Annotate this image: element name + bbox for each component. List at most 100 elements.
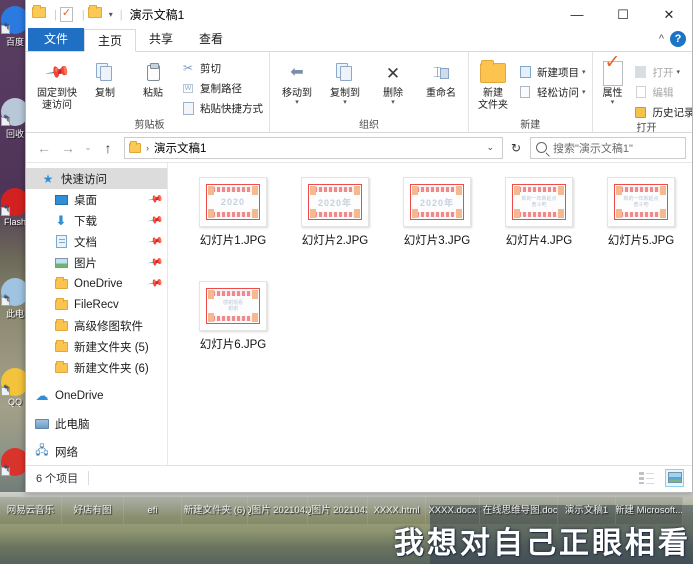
taskbar-item-8[interactable]: XXXX.docx [426, 497, 480, 524]
copy-path-button[interactable]: W 复制路径 [177, 78, 266, 98]
back-button[interactable]: ← [32, 136, 56, 160]
taskbar-item-9[interactable]: 2 在线思维导图.docx [480, 497, 558, 524]
slide-preview: 感谢观看 谢谢 [206, 288, 260, 324]
rename-button[interactable]: ⌶ 重命名 [417, 56, 465, 100]
collapse-ribbon-chevron-up-icon[interactable]: ^ [659, 33, 664, 45]
pin-icon[interactable]: 📌 [147, 233, 164, 249]
qat-customize-chevron-down-icon[interactable]: ▾ [109, 10, 113, 19]
tab-home[interactable]: 主页 [84, 29, 137, 52]
recent-locations-chevron-down-icon[interactable]: ⌄ [80, 136, 96, 160]
sidebar-item-network[interactable]: 🖧 网络 [26, 441, 167, 462]
maximize-button[interactable]: ☐ [600, 0, 646, 29]
sidebar-item-this-pc[interactable]: 此电脑 [26, 413, 167, 434]
taskbar-item-4[interactable]: 新建文件夹 (6) [182, 497, 248, 524]
new-item-chevron-down-icon[interactable]: ▾ [582, 68, 586, 76]
tab-share[interactable]: 共享 [136, 28, 186, 51]
cut-button[interactable]: ✂ 剪切 [177, 58, 266, 78]
sidebar-item-onedrive[interactable]: ☁ OneDrive [26, 385, 167, 406]
qat-properties-icon[interactable] [59, 6, 76, 23]
properties-icon [602, 57, 623, 88]
pin-icon[interactable]: 📌 [147, 254, 164, 270]
taskbar-item-2[interactable]: 好店有图 [62, 497, 124, 524]
search-input[interactable]: 搜索"演示文稿1" [553, 140, 633, 156]
details-view-button[interactable] [637, 469, 656, 487]
close-button[interactable]: ✕ [646, 0, 692, 29]
file-thumbnail: 2020 [199, 177, 267, 227]
sidebar-item-filerecv[interactable]: FileRecv [26, 294, 167, 315]
sidebar-label-network: 网络 [55, 446, 78, 459]
edit-button[interactable]: 编辑 [630, 82, 692, 102]
paste-shortcut-button[interactable]: 粘贴快捷方式 [177, 98, 266, 118]
easy-access-chevron-down-icon[interactable]: ▾ [582, 88, 586, 96]
sidebar-item-desktop[interactable]: 桌面 📌 [26, 189, 167, 210]
system-menu-folder-icon[interactable] [32, 4, 48, 23]
open-button[interactable]: 打开 ▾ [630, 62, 692, 82]
qat-separator-2: | [81, 8, 85, 21]
refresh-button[interactable]: ↻ [505, 137, 527, 159]
edit-label: 编辑 [652, 86, 674, 99]
taskbar-item-11[interactable]: 新建 Microsoft... [616, 497, 683, 524]
list-item[interactable]: 新的一年新起点 奋斗吧 幻灯片5.JPG [590, 177, 692, 258]
up-button[interactable]: ↑ [96, 136, 120, 160]
easy-access-button[interactable]: 轻松访问 ▾ [514, 82, 589, 102]
pin-icon[interactable]: 📌 [147, 212, 164, 228]
sidebar-item-advanced-retouch-software[interactable]: 高级修图软件 [26, 315, 167, 336]
delete-button[interactable]: ✕ 删除 ▾ [369, 56, 417, 107]
copy-to-chevron-down-icon[interactable]: ▾ [343, 99, 347, 106]
qat-new-folder-icon[interactable] [87, 4, 104, 23]
pin-icon[interactable]: 📌 [147, 191, 164, 207]
list-item[interactable]: 2020年 幻灯片3.JPG [386, 177, 488, 258]
taskbar-item-7[interactable]: XXXX.html [368, 497, 426, 524]
new-folder-button[interactable]: 新建 文件夹 [472, 56, 514, 112]
address-path-box[interactable]: › 演示文稿1 ⌄ [124, 136, 503, 159]
move-to-button[interactable]: ⬅ 移动到 ▾ [273, 56, 321, 107]
taskbar-item-6[interactable]: QQ图片 2021042... [308, 497, 368, 524]
history-button[interactable]: 历史记录 [630, 102, 692, 122]
open-chevron-down-icon[interactable]: ▾ [677, 68, 681, 76]
sidebar-item-new-folder-6[interactable]: 新建文件夹 (6) [26, 357, 167, 378]
taskbar-item-10[interactable]: 演示文稿1 [558, 497, 616, 524]
status-divider [88, 470, 90, 485]
tab-view[interactable]: 查看 [186, 28, 236, 51]
paste-button[interactable]: 粘贴 [129, 56, 177, 100]
pin-icon[interactable]: 📌 [147, 275, 164, 291]
group-label-organize: 组织 [359, 120, 379, 131]
help-icon[interactable]: ? [670, 31, 686, 47]
sidebar-item-pictures[interactable]: 图片 📌 [26, 252, 167, 273]
pin-to-quick-access-button[interactable]: 📌 固定到快 速访问 [33, 56, 81, 112]
tab-file[interactable]: 文件 [28, 28, 85, 51]
move-to-chevron-down-icon[interactable]: ▾ [295, 99, 299, 106]
large-icons-view-button[interactable] [665, 468, 684, 487]
path-chevron-down-icon[interactable]: ⌄ [486, 142, 494, 153]
taskbar-item-3[interactable]: efi [124, 497, 182, 524]
copy-to-button[interactable]: 复制到 ▾ [321, 56, 369, 106]
new-item-button[interactable]: 新建项目 ▾ [514, 62, 589, 82]
breadcrumb-current[interactable]: 演示文稿1 [154, 140, 206, 156]
sidebar-item-downloads[interactable]: ⬇ 下载 📌 [26, 210, 167, 231]
minimize-button[interactable]: — [554, 0, 600, 29]
sidebar-item-quick-access[interactable]: ★ 快速访问 [26, 168, 167, 189]
copy-button[interactable]: 复制 [81, 56, 129, 100]
sidebar-item-documents[interactable]: 文档 📌 [26, 231, 167, 252]
sidebar-item-new-folder-5[interactable]: 新建文件夹 (5) [26, 336, 167, 357]
taskbar-item-5[interactable]: QQ图片 2021042... [248, 497, 308, 524]
list-item[interactable]: 2020年 幻灯片2.JPG [284, 177, 386, 258]
file-thumbnail: 新的一年新起点 奋斗吧 [505, 177, 573, 227]
sidebar-item-onedrive-folder[interactable]: OneDrive 📌 [26, 273, 167, 294]
file-list-view[interactable]: 2020 幻灯片1.JPG 2020年 幻灯片2.JPG 2020年 幻灯片3.… [168, 163, 692, 465]
search-box[interactable]: 搜索"演示文稿1" [530, 136, 686, 159]
list-item[interactable]: 新的一年新起点 奋斗吧 幻灯片4.JPG [488, 177, 590, 258]
shortcut-arrow-icon [1, 384, 10, 396]
qat-separator-1: | [54, 8, 57, 21]
list-item[interactable]: 2020 幻灯片1.JPG [182, 177, 284, 258]
list-item[interactable]: 感谢观看 谢谢 幻灯片6.JPG [182, 281, 284, 362]
window-controls: — ☐ ✕ [554, 0, 692, 29]
properties-button[interactable]: 属性 ▾ [596, 56, 630, 106]
delete-chevron-down-icon[interactable]: ▾ [391, 99, 395, 106]
properties-chevron-down-icon[interactable]: ▾ [611, 99, 615, 106]
documents-icon [53, 234, 69, 250]
wallpaper-subtitle-text: 我想对自己正眼相看 [394, 526, 691, 561]
taskbar-item-1[interactable]: 网易云音乐 [0, 497, 62, 524]
forward-button[interactable]: → [56, 136, 80, 160]
open-label: 打开 [652, 66, 674, 79]
